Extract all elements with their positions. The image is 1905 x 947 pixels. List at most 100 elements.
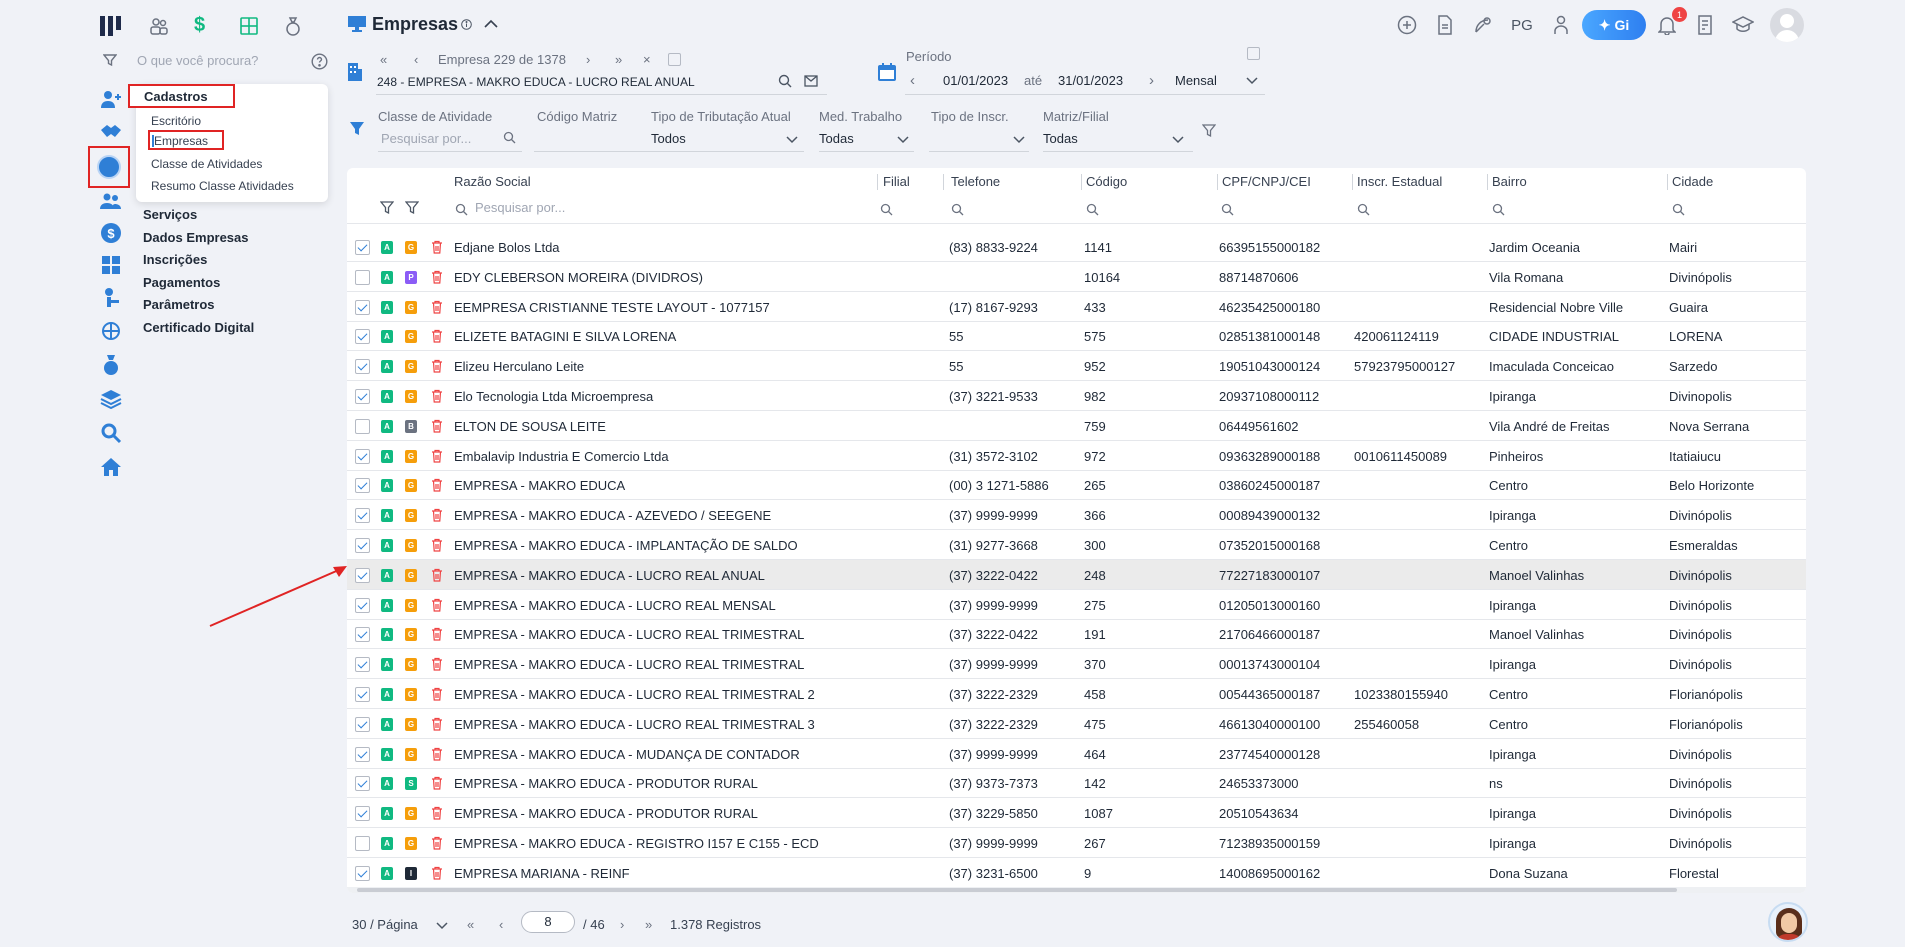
trash-icon[interactable] xyxy=(431,776,443,790)
column-separator[interactable] xyxy=(1081,174,1082,190)
periodo-mode[interactable]: Mensal xyxy=(1175,73,1217,88)
codigo-search-icon[interactable] xyxy=(1086,203,1099,216)
add-circle-icon[interactable] xyxy=(1396,10,1418,40)
table-row[interactable]: A I EMPRESA MARIANA - REINF (37) 3231-6500 9… xyxy=(347,858,1806,888)
telefone-search-icon[interactable] xyxy=(951,203,964,216)
trash-icon[interactable] xyxy=(431,747,443,761)
periodo-start[interactable]: 01/01/2023 xyxy=(943,73,1008,88)
table-row[interactable]: A G EMPRESA - MAKRO EDUCA - LUCRO REAL TRI… xyxy=(347,619,1806,650)
row-checkbox[interactable] xyxy=(355,240,370,255)
prev-page-button[interactable]: ‹ xyxy=(499,917,503,932)
row-checkbox[interactable] xyxy=(355,567,370,583)
person-icon[interactable] xyxy=(1550,10,1572,40)
column-header-codigo[interactable]: Código xyxy=(1086,174,1127,189)
row-checkbox[interactable] xyxy=(355,776,370,792)
trash-icon[interactable] xyxy=(431,657,443,671)
last-page-icon[interactable]: » xyxy=(615,52,622,67)
network-icon[interactable] xyxy=(98,318,124,344)
row-checkbox[interactable] xyxy=(355,687,370,702)
table-row[interactable]: A G EMPRESA - MAKRO EDUCA - IMPLANTAÇÃO DE… xyxy=(347,530,1806,560)
row-checkbox[interactable] xyxy=(355,746,370,762)
menu-dados-empresas[interactable]: Dados Empresas xyxy=(143,230,249,245)
ai-assistant-button[interactable]: ✦ Gi xyxy=(1582,10,1646,40)
home-icon[interactable] xyxy=(98,454,124,480)
row-checkbox[interactable] xyxy=(355,806,370,822)
submenu-item-resumo-classe[interactable]: Resumo Classe Atividades xyxy=(151,179,294,193)
calculator-icon[interactable] xyxy=(98,252,124,278)
menu-servicos[interactable]: Serviços xyxy=(143,207,197,222)
column-header-cnpj[interactable]: CPF/CNPJ/CEI xyxy=(1222,174,1311,189)
module-grid-icon[interactable] xyxy=(239,16,259,36)
collapse-chevron-icon[interactable] xyxy=(484,19,498,29)
filter-tipo-inscr-chevron-icon[interactable] xyxy=(1013,136,1025,144)
row-checkbox[interactable] xyxy=(355,269,370,285)
trash-icon[interactable] xyxy=(431,538,443,552)
submenu-item-classe-atividades[interactable]: Classe de Atividades xyxy=(151,157,262,171)
table-row[interactable]: A G EMPRESA - MAKRO EDUCA - AZEVEDO / SEEG… xyxy=(347,500,1806,531)
user-initials[interactable]: PG xyxy=(1508,10,1536,40)
periodo-next-icon[interactable]: › xyxy=(1149,72,1154,89)
column-header-telefone[interactable]: Telefone xyxy=(951,174,1000,189)
trash-icon[interactable] xyxy=(431,806,443,820)
filter-tributacao-select[interactable]: Todos xyxy=(651,131,686,146)
row-checkbox[interactable] xyxy=(355,865,370,881)
trash-icon[interactable] xyxy=(431,836,443,850)
filter-funnel-icon[interactable] xyxy=(349,121,365,137)
row-checkbox[interactable] xyxy=(355,329,370,345)
row-checkbox[interactable] xyxy=(355,538,370,553)
column-separator[interactable] xyxy=(1352,174,1353,190)
periodo-mode-chevron-icon[interactable] xyxy=(1246,77,1258,85)
info-icon[interactable] xyxy=(461,19,472,30)
filter-tributacao-chevron-icon[interactable] xyxy=(786,136,798,144)
selected-empresa[interactable]: 248 - EMPRESA - MAKRO EDUCA - LUCRO REAL… xyxy=(377,75,695,89)
report-icon[interactable] xyxy=(1694,10,1716,40)
menu-certificado-digital[interactable]: Certificado Digital xyxy=(143,320,254,335)
column-header-filial[interactable]: Filial xyxy=(883,174,910,189)
filter-tipo-inscr-select[interactable] xyxy=(929,151,1029,152)
cidade-search-icon[interactable] xyxy=(1672,203,1685,216)
table-row[interactable]: A G Elizeu Herculano Leite 55 952 19051043000… xyxy=(347,351,1806,382)
menu-inscricoes[interactable]: Inscrições xyxy=(143,252,207,267)
table-row[interactable]: A G EMPRESA - MAKRO EDUCA - LUCRO REAL MEN… xyxy=(347,590,1806,620)
column-header-razao[interactable]: Razão Social xyxy=(454,174,531,189)
row-checkbox[interactable] xyxy=(355,418,370,434)
table-row[interactable]: A B ELTON DE SOUSA LEITE 759 06449561602 Vila… xyxy=(347,411,1806,441)
trash-icon[interactable] xyxy=(431,508,443,522)
next-page-button[interactable]: › xyxy=(620,917,624,932)
bairro-search-icon[interactable] xyxy=(1492,203,1505,216)
trash-icon[interactable] xyxy=(431,449,443,463)
help-icon[interactable] xyxy=(311,53,328,70)
filial-search-icon[interactable] xyxy=(880,203,893,216)
filter-icon[interactable] xyxy=(103,53,117,67)
table-row[interactable]: A G ELIZETE BATAGINI E SILVA LORENA 55 575 02… xyxy=(347,321,1806,352)
first-page-button[interactable]: « xyxy=(467,917,474,932)
row-checkbox[interactable] xyxy=(355,657,370,673)
row-checkbox[interactable] xyxy=(355,448,370,464)
filter-classe-input[interactable]: Pesquisar por... xyxy=(381,131,471,146)
filter-matriz-filial-select[interactable]: Todas xyxy=(1043,131,1078,146)
table-row[interactable]: A G Embalavip Industria E Comercio Ltda (31… xyxy=(347,441,1806,471)
document-icon[interactable] xyxy=(1434,10,1456,40)
table-row[interactable]: A P EDY CLEBERSON MOREIRA (DIVIDROS) 10164 8… xyxy=(347,262,1806,292)
menu-parametros[interactable]: Parâmetros xyxy=(143,297,215,312)
people-icon[interactable] xyxy=(98,86,124,112)
app-logo[interactable] xyxy=(99,14,125,38)
filter-med-trabalho-chevron-icon[interactable] xyxy=(897,136,909,144)
column-separator[interactable] xyxy=(1667,174,1668,190)
users-icon[interactable] xyxy=(98,188,124,214)
clock-module-highlight[interactable] xyxy=(88,146,130,188)
user-avatar[interactable] xyxy=(1770,8,1804,42)
razao-search-input[interactable]: Pesquisar por... xyxy=(475,200,565,215)
trash-icon[interactable] xyxy=(431,419,443,433)
scrollbar-thumb[interactable] xyxy=(357,888,1677,892)
row-checkbox[interactable] xyxy=(355,389,370,404)
row-checkbox[interactable] xyxy=(355,299,370,315)
per-page-chevron-icon[interactable] xyxy=(436,922,448,930)
trash-icon[interactable] xyxy=(431,717,443,731)
select-all-checkbox[interactable] xyxy=(668,53,681,66)
trash-icon[interactable] xyxy=(431,568,443,582)
filter-med-trabalho-select[interactable]: Todas xyxy=(819,131,854,146)
row-checkbox[interactable] xyxy=(355,478,370,494)
trash-icon[interactable] xyxy=(431,627,443,641)
trash-icon[interactable] xyxy=(431,389,443,403)
